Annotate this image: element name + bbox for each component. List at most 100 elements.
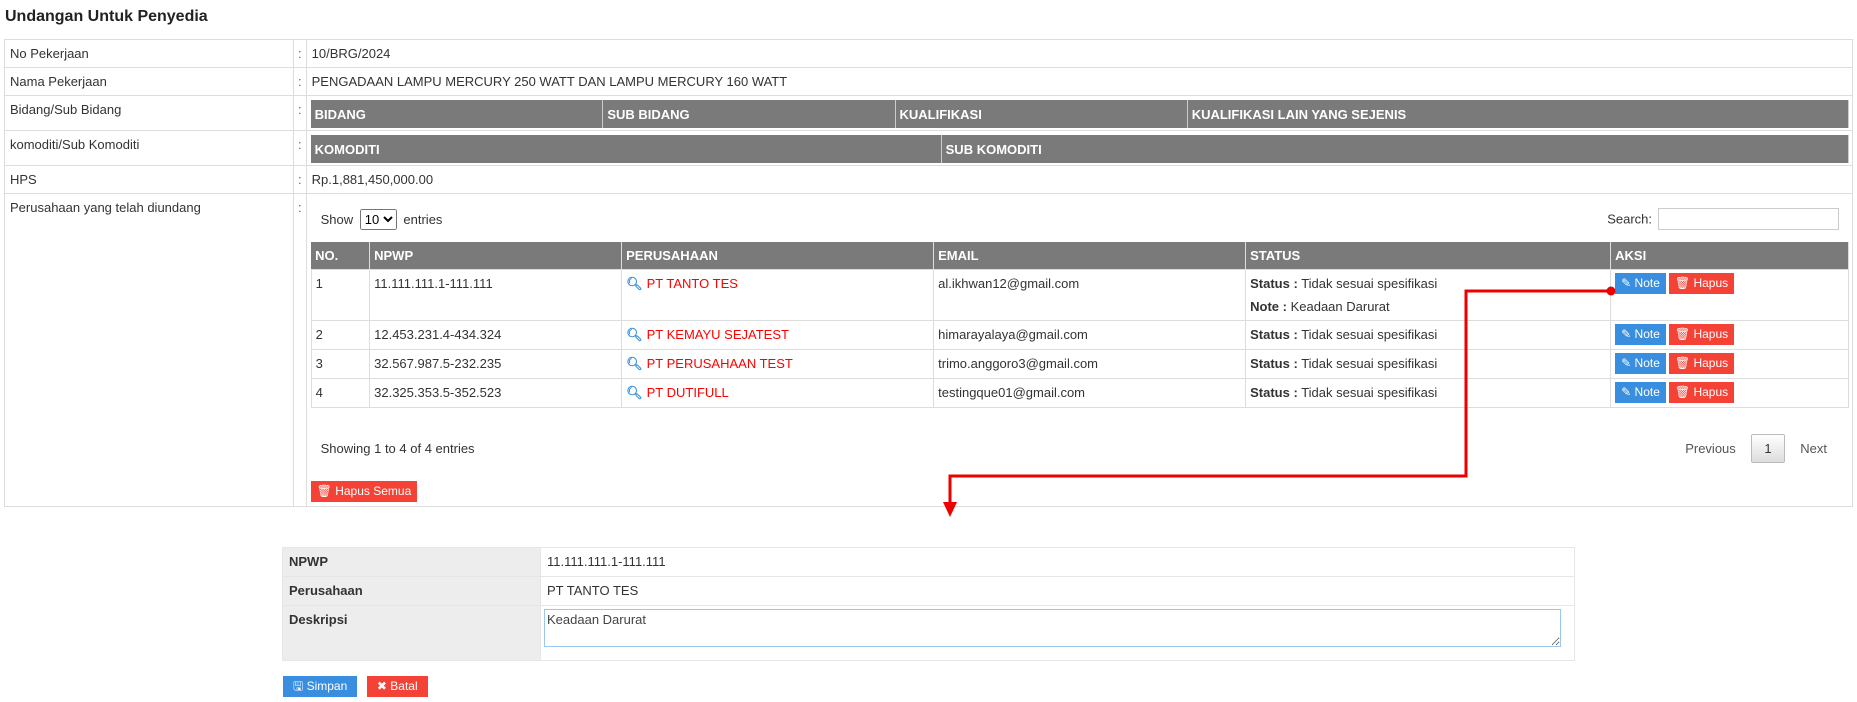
colon: : xyxy=(293,193,307,507)
note-button[interactable]: ✎ Note xyxy=(1615,353,1666,374)
value: Rp.1,881,450,000.00 xyxy=(305,165,1854,194)
cell-aksi: ✎ Note 🗑 Hapus xyxy=(1610,349,1849,379)
label: No Pekerjaan xyxy=(4,39,294,68)
search-input[interactable] xyxy=(1658,208,1839,230)
edit-icon: ✎ xyxy=(1621,356,1632,370)
pagination: Previous 1 Next xyxy=(1673,434,1839,463)
table-row: 2 12.453.231.4-434.324 🔍︎ PT KEMAYU SEJAT… xyxy=(310,320,1849,350)
cell-perusahaan: 🔍︎ PT TANTO TES xyxy=(621,269,935,321)
cell-status: Status : Tidak sesuai spesifikasi xyxy=(1245,378,1612,408)
hapus-semua-button[interactable]: 🗑 Hapus Semua xyxy=(310,481,418,502)
status-value: Tidak sesuai spesifikasi xyxy=(1301,276,1438,291)
cell-aksi: ✎ Note 🗑 Hapus xyxy=(1610,378,1849,408)
colon: : xyxy=(293,67,307,96)
col-email[interactable]: EMAIL xyxy=(933,242,1247,270)
col-status[interactable]: STATUS xyxy=(1245,242,1612,270)
cell-aksi: ✎ Note 🗑 Hapus xyxy=(1610,320,1849,350)
previous-button[interactable]: Previous xyxy=(1673,435,1748,462)
label: Perusahaan yang telah diundang xyxy=(4,193,294,507)
cell-npwp: 32.325.353.5-352.523 xyxy=(369,378,623,408)
label: komoditi/Sub Komoditi xyxy=(4,130,294,166)
cell-no: 3 xyxy=(310,349,371,379)
hapus-button[interactable]: 🗑 Hapus xyxy=(1668,324,1735,345)
cell-npwp: 32.567.987.5-232.235 xyxy=(369,349,623,379)
colon: : xyxy=(293,39,307,68)
status-label: Status : xyxy=(1250,356,1298,371)
cell-email: testingque01@gmail.com xyxy=(933,378,1247,408)
status-label: Status : xyxy=(1250,276,1298,291)
simpan-button[interactable]: 🖫 Simpan xyxy=(283,676,358,697)
cell-perusahaan: 🔍︎ PT KEMAYU SEJATEST xyxy=(621,320,935,350)
colon: : xyxy=(293,130,307,166)
cell-email: al.ikhwan12@gmail.com xyxy=(933,269,1247,321)
header-komoditi: KOMODITI xyxy=(310,135,942,163)
row-nama-pekerjaan: Nama Pekerjaan : PENGADAAN LAMPU MERCURY… xyxy=(4,67,1854,96)
col-npwp[interactable]: NPWP xyxy=(369,242,623,270)
col-aksi: AKSI xyxy=(1610,242,1849,270)
company-link[interactable]: PT DUTIFULL xyxy=(647,385,729,400)
col-no[interactable]: NO. xyxy=(311,242,371,270)
status-value: Tidak sesuai spesifikasi xyxy=(1301,327,1438,342)
companies-table: NO. NPWP PERUSAHAAN EMAIL STATUS AKSI 1 … xyxy=(310,242,1849,408)
header-bidang: BIDANG xyxy=(310,100,604,128)
note-form: NPWP 11.111.111.1-111.111 Perusahaan PT TA… xyxy=(282,547,1575,661)
row-bidang: Bidang/Sub Bidang : BIDANG SUB BIDANG KU… xyxy=(4,95,1854,131)
colon: : xyxy=(293,165,307,194)
cell-status: Status : Tidak sesuai spesifikasi xyxy=(1245,349,1612,379)
header-sub-komoditi: SUB KOMODITI xyxy=(941,135,1850,163)
entries-label: entries xyxy=(403,211,443,227)
show-label: Show xyxy=(320,211,354,227)
npwp-label: NPWP xyxy=(282,547,541,577)
edit-icon: ✎ xyxy=(1621,276,1632,290)
search-label: Search: xyxy=(1607,211,1652,227)
magnifier-icon[interactable]: 🔍︎ xyxy=(626,276,643,291)
magnifier-icon[interactable]: 🔍︎ xyxy=(626,385,643,400)
hapus-button[interactable]: 🗑 Hapus xyxy=(1668,353,1735,374)
label: Nama Pekerjaan xyxy=(4,67,294,96)
magnifier-icon[interactable]: 🔍︎ xyxy=(626,327,643,342)
company-link[interactable]: PT PERUSAHAAN TEST xyxy=(647,356,793,371)
deskripsi-textarea[interactable]: Keadaan Darurat xyxy=(544,609,1561,647)
hapus-button[interactable]: 🗑 Hapus xyxy=(1668,382,1735,403)
magnifier-icon[interactable]: 🔍︎ xyxy=(626,356,643,371)
status-value: Tidak sesuai spesifikasi xyxy=(1301,356,1438,371)
label: Bidang/Sub Bidang xyxy=(4,95,294,131)
company-link[interactable]: PT KEMAYU SEJATEST xyxy=(647,327,789,342)
cell-npwp: 11.111.111.1-111.111 xyxy=(369,269,623,321)
next-button[interactable]: Next xyxy=(1788,435,1839,462)
table-row: 3 32.567.987.5-232.235 🔍︎ PT PERUSAHAAN T… xyxy=(310,349,1849,379)
header-kualifikasi-lain: KUALIFIKASI LAIN YANG SEJENIS xyxy=(1187,100,1850,128)
row-perusahaan: Perusahaan yang telah diundang : Show 10… xyxy=(4,193,1854,507)
value: 10/BRG/2024 xyxy=(305,39,1854,68)
entries-select[interactable]: 10 xyxy=(359,208,397,230)
length-control: Show 10 entries xyxy=(320,208,443,230)
value: PENGADAAN LAMPU MERCURY 250 WATT DAN LAM… xyxy=(305,67,1854,96)
cell-perusahaan: 🔍︎ PT DUTIFULL xyxy=(621,378,935,408)
page-1-button[interactable]: 1 xyxy=(1751,434,1785,463)
trash-icon: 🗑 xyxy=(316,484,332,498)
row-hps: HPS : Rp.1,881,450,000.00 xyxy=(4,165,1854,194)
row-no-pekerjaan: No Pekerjaan : 10/BRG/2024 xyxy=(4,39,1854,68)
note-button[interactable]: ✎ Note xyxy=(1615,273,1666,294)
col-perusahaan[interactable]: PERUSAHAAN xyxy=(621,242,935,270)
npwp-value: 11.111.111.1-111.111 xyxy=(540,547,1575,577)
save-icon: 🖫 xyxy=(293,679,304,693)
status-value: Tidak sesuai spesifikasi xyxy=(1301,385,1438,400)
deskripsi-label: Deskripsi xyxy=(282,605,541,661)
perusahaan-value: PT TANTO TES xyxy=(540,576,1575,606)
cell-email: himarayalaya@gmail.com xyxy=(933,320,1247,350)
note-button[interactable]: ✎ Note xyxy=(1615,324,1666,345)
cell-perusahaan: 🔍︎ PT PERUSAHAAN TEST xyxy=(621,349,935,379)
hapus-button[interactable]: 🗑 Hapus xyxy=(1668,273,1735,294)
note-value: Keadaan Darurat xyxy=(1290,299,1390,314)
label: HPS xyxy=(4,165,294,194)
batal-button[interactable]: ✖ Batal xyxy=(366,676,428,697)
company-link[interactable]: PT TANTO TES xyxy=(647,276,738,291)
cell-no: 2 xyxy=(310,320,371,350)
cell-status: Status : Tidak sesuai spesifikasi xyxy=(1245,320,1612,350)
trash-icon: 🗑 xyxy=(1674,356,1691,370)
note-button[interactable]: ✎ Note xyxy=(1615,382,1666,403)
komoditi-table: KOMODITI SUB KOMODITI xyxy=(310,135,1850,163)
cell-no: 4 xyxy=(310,378,371,408)
cell-status: Status : Tidak sesuai spesifikasi Note : … xyxy=(1245,269,1612,321)
